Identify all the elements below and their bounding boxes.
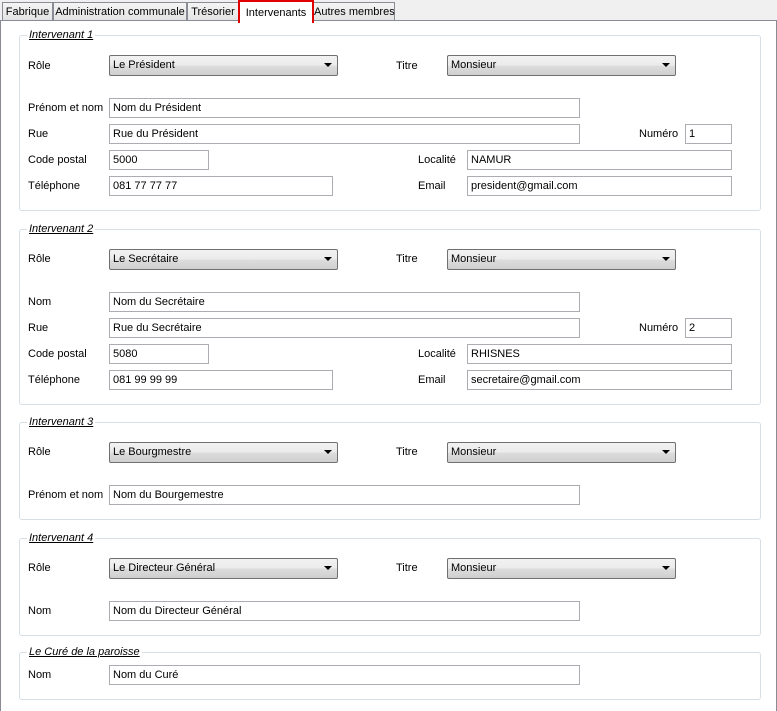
group-title: Le Curé de la paroisse [27,645,142,659]
label-nom: Nom [28,296,52,308]
titre-select-3[interactable]: Monsieur [447,442,676,463]
label-titre: Titre [396,60,418,72]
tab-tresorier[interactable]: Trésorier [187,2,239,20]
role-select-1[interactable]: Le Président [109,55,338,76]
rue-field-1[interactable]: Rue du Président [109,124,580,144]
label-nom: Nom [28,605,52,617]
titre-value: Monsieur [451,59,497,71]
tab-intervenants[interactable]: Intervenants [238,0,314,23]
email-field-2[interactable]: secretaire@gmail.com [467,370,732,390]
titre-value: Monsieur [451,562,497,574]
tab-strip: Fabrique Administration communale Trésor… [0,0,777,23]
tab-divider [0,20,777,21]
group-title: Intervenant 4 [27,531,96,545]
rue-field-2[interactable]: Rue du Secrétaire [109,318,580,338]
label-numero: Numéro [639,128,679,140]
chevron-down-icon [662,257,670,261]
titre-value: Monsieur [451,446,497,458]
group-intervenant-4: Intervenant 4 [19,531,761,636]
role-select-3[interactable]: Le Bourgmestre [109,442,338,463]
label-numero: Numéro [639,322,679,334]
role-value: Le Bourgmestre [113,446,192,458]
label-titre: Titre [396,253,418,265]
tab-autres-membres[interactable]: Autres membres [313,2,395,20]
label-code-postal: Code postal [28,154,87,166]
chevron-down-icon [324,566,332,570]
tab-administration-communale[interactable]: Administration communale [53,2,187,20]
label-rue: Rue [28,128,49,140]
numero-field-1[interactable]: 1 [685,124,732,144]
chevron-down-icon [324,450,332,454]
label-titre: Titre [396,562,418,574]
chevron-down-icon [662,63,670,67]
label-nom: Nom [28,669,52,681]
titre-select-4[interactable]: Monsieur [447,558,676,579]
label-role: Rôle [28,562,51,574]
telephone-field-1[interactable]: 081 77 77 77 [109,176,333,196]
nom-field-4[interactable]: Nom du Directeur Général [109,601,580,621]
localite-field-1[interactable]: NAMUR [467,150,732,170]
titre-select-2[interactable]: Monsieur [447,249,676,270]
nom-field-3[interactable]: Nom du Bourgemestre [109,485,580,505]
label-rue: Rue [28,322,49,334]
label-localite: Localité [418,154,456,166]
label-titre: Titre [396,446,418,458]
label-code-postal: Code postal [28,348,87,360]
group-title: Intervenant 1 [27,28,96,42]
chevron-down-icon [662,566,670,570]
role-select-4[interactable]: Le Directeur Général [109,558,338,579]
tab-fabrique[interactable]: Fabrique [2,2,53,20]
label-localite: Localité [418,348,456,360]
localite-field-2[interactable]: RHISNES [467,344,732,364]
numero-field-2[interactable]: 2 [685,318,732,338]
group-intervenant-3: Intervenant 3 [19,415,761,520]
label-role: Rôle [28,446,51,458]
chevron-down-icon [662,450,670,454]
code-postal-field-1[interactable]: 5000 [109,150,209,170]
label-role: Rôle [28,253,51,265]
email-field-1[interactable]: president@gmail.com [467,176,732,196]
nom-field-2[interactable]: Nom du Secrétaire [109,292,580,312]
group-title: Intervenant 3 [27,415,96,429]
label-prenom-nom: Prénom et nom [28,102,104,114]
role-value: Le Directeur Général [113,562,216,574]
group-title: Intervenant 2 [27,222,96,236]
label-prenom-nom: Prénom et nom [28,489,104,501]
label-email: Email [418,180,446,192]
chevron-down-icon [324,63,332,67]
titre-select-1[interactable]: Monsieur [447,55,676,76]
titre-value: Monsieur [451,253,497,265]
role-value: Le Secrétaire [113,253,179,265]
label-email: Email [418,374,446,386]
label-role: Rôle [28,60,51,72]
label-telephone: Téléphone [28,180,80,192]
nom-field-cure[interactable]: Nom du Curé [109,665,580,685]
chevron-down-icon [324,257,332,261]
nom-field-1[interactable]: Nom du Président [109,98,580,118]
code-postal-field-2[interactable]: 5080 [109,344,209,364]
telephone-field-2[interactable]: 081 99 99 99 [109,370,333,390]
role-select-2[interactable]: Le Secrétaire [109,249,338,270]
role-value: Le Président [113,59,175,71]
label-telephone: Téléphone [28,374,80,386]
